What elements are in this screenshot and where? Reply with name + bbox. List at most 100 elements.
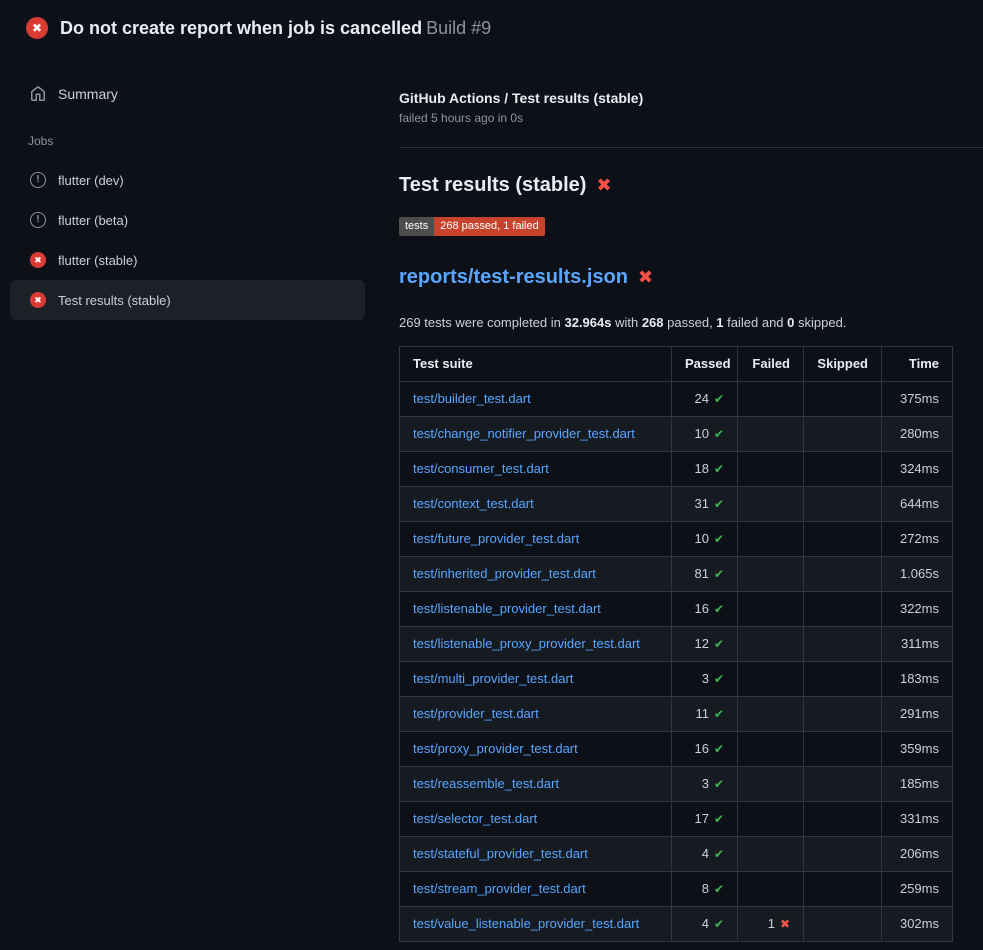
- skipped-cell: [804, 907, 882, 942]
- passed-cell: 31✔: [672, 487, 738, 522]
- time-cell: 302ms: [882, 907, 953, 942]
- test-suite-link[interactable]: test/builder_test.dart: [413, 391, 531, 406]
- test-suite-link[interactable]: test/stateful_provider_test.dart: [413, 846, 588, 861]
- failed-cell: [738, 802, 804, 837]
- passed-count: 18: [694, 461, 708, 476]
- table-row: test/multi_provider_test.dart3✔183ms: [400, 662, 953, 697]
- suite-cell: test/listenable_provider_test.dart: [400, 592, 672, 627]
- test-suite-link[interactable]: test/reassemble_test.dart: [413, 776, 559, 791]
- page-layout: Summary Jobs !flutter (dev)! flutter (bet…: [0, 56, 983, 942]
- passed-count: 8: [702, 881, 709, 896]
- table-row: test/future_provider_test.dart10✔272ms: [400, 522, 953, 557]
- suite-cell: test/selector_test.dart: [400, 802, 672, 837]
- job-label: flutter (beta): [58, 213, 128, 228]
- time-cell: 311ms: [882, 627, 953, 662]
- failed-cell: [738, 872, 804, 907]
- time-cell: 206ms: [882, 837, 953, 872]
- table-header-row: Test suite Passed Failed Skipped Time: [400, 347, 953, 382]
- passed-count: 17: [694, 811, 708, 826]
- passed-count: 24: [694, 391, 708, 406]
- test-suite-link[interactable]: test/inherited_provider_test.dart: [413, 566, 596, 581]
- time-value: 331ms: [900, 811, 939, 826]
- passed-cell: 18 ✔: [672, 452, 738, 487]
- test-suite-link[interactable]: test/listenable_provider_test.dart: [413, 601, 601, 616]
- failed-cell: [738, 592, 804, 627]
- run-name: Do not create report when job is cancell…: [60, 18, 422, 38]
- test-suite-link[interactable]: test/value_listenable_provider_test.dart: [413, 916, 639, 931]
- sidebar-item-flutter-stable[interactable]: ✖flutter (stable): [10, 240, 365, 280]
- time-cell: 375ms: [882, 382, 953, 417]
- breadcrumb: GitHub Actions / Test results (stable): [399, 90, 983, 106]
- failed-icon: ✖: [30, 292, 46, 308]
- sidebar-item-test-results-stable[interactable]: ✖Test results (stable): [10, 280, 365, 320]
- check-icon: ✔: [714, 637, 724, 651]
- sidebar: Summary Jobs !flutter (dev)! flutter (bet…: [0, 56, 375, 320]
- time-value: 259ms: [900, 881, 939, 896]
- test-suite-link[interactable]: test/provider_test.dart: [413, 706, 539, 721]
- sidebar-item-flutter-beta[interactable]: ! flutter (beta): [10, 200, 365, 240]
- time-value: 644ms: [900, 496, 939, 511]
- passed-cell: 3✔: [672, 662, 738, 697]
- time-cell: 322ms: [882, 592, 953, 627]
- test-suite-link[interactable]: test/context_test.dart: [413, 496, 534, 511]
- summary-text: 269 tests were completed in: [399, 315, 564, 330]
- time-cell: 259ms: [882, 872, 953, 907]
- table-row: test/consumer_test.dart18✔324ms: [400, 452, 953, 487]
- passed-cell: 24 ✔: [672, 382, 738, 417]
- test-suite-link[interactable]: test/selector_test.dart: [413, 811, 537, 826]
- passed-count: 3: [702, 776, 709, 791]
- sidebar-item-flutter-dev[interactable]: !flutter (dev): [10, 160, 365, 200]
- test-suite-link[interactable]: test/listenable_proxy_provider_test.dart: [413, 636, 640, 651]
- table-row: test/provider_test.dart11✔291ms: [400, 697, 953, 732]
- failed-cell: [738, 767, 804, 802]
- test-suite-link[interactable]: test/multi_provider_test.dart: [413, 671, 573, 686]
- failed-icon: ✖: [30, 252, 46, 268]
- check-icon: ✔: [714, 847, 724, 861]
- table-row: test/proxy_provider_test.dart16✔359ms: [400, 732, 953, 767]
- report-title: reports/test-results.json ✖: [399, 266, 952, 289]
- summary-line: 269 tests were completed in 32.964s with…: [399, 315, 952, 330]
- passed-cell: 10✔: [672, 417, 738, 452]
- jobs-section-label: Jobs: [10, 134, 365, 148]
- report-file-link[interactable]: reports/test-results.json: [399, 266, 628, 289]
- job-label: flutter (dev): [58, 173, 124, 188]
- passed-cell: 4✔: [672, 907, 738, 942]
- suite-cell: test/stream_provider_test.dart: [400, 872, 672, 907]
- summary-failed: 1: [716, 315, 723, 330]
- table-row: test/listenable_proxy_provider_test.dart…: [400, 627, 953, 662]
- suite-cell: test/consumer_test.dart: [400, 452, 672, 487]
- failed-x-icon: ✖: [596, 175, 611, 196]
- passed-count: 4: [702, 916, 709, 931]
- run-header: ✖ Do not create report when job is cance…: [0, 0, 983, 56]
- failed-cell: [738, 662, 804, 697]
- time-cell: 280ms: [882, 417, 953, 452]
- test-suite-link[interactable]: test/change_notifier_provider_test.dart: [413, 426, 635, 441]
- check-icon: ✔: [714, 462, 724, 476]
- results-table-body: test/builder_test.dart 24 ✔ 375ms test/chang…: [400, 382, 953, 942]
- test-suite-link[interactable]: test/proxy_provider_test.dart: [413, 741, 578, 756]
- passed-cell: 16✔: [672, 732, 738, 767]
- failed-cell: [738, 487, 804, 522]
- skipped-cell: [804, 872, 882, 907]
- failed-cell: [738, 557, 804, 592]
- check-icon: ✔: [714, 392, 724, 406]
- failed-cell: [738, 452, 804, 487]
- summary-passed: 268: [642, 315, 664, 330]
- time-value: 280ms: [900, 426, 939, 441]
- cancelled-icon: !: [30, 212, 46, 228]
- test-suite-link[interactable]: test/stream_provider_test.dart: [413, 881, 586, 896]
- failed-cell: [738, 522, 804, 557]
- passed-count: 10: [694, 531, 708, 546]
- badge-value: 268 passed, 1 failed: [434, 217, 544, 236]
- section-title-text: Test results (stable): [399, 174, 586, 197]
- results-table: Test suite Passed Failed Skipped Time te…: [399, 346, 953, 942]
- passed-count: 12: [694, 636, 708, 651]
- time-value: 272ms: [900, 531, 939, 546]
- passed-cell: 17✔: [672, 802, 738, 837]
- test-suite-link[interactable]: test/future_provider_test.dart: [413, 531, 579, 546]
- passed-count: 81: [694, 566, 708, 581]
- header-time: Time: [882, 347, 953, 382]
- sidebar-item-summary[interactable]: Summary: [10, 80, 365, 108]
- test-suite-link[interactable]: test/consumer_test.dart: [413, 461, 549, 476]
- suite-cell: test/proxy_provider_test.dart: [400, 732, 672, 767]
